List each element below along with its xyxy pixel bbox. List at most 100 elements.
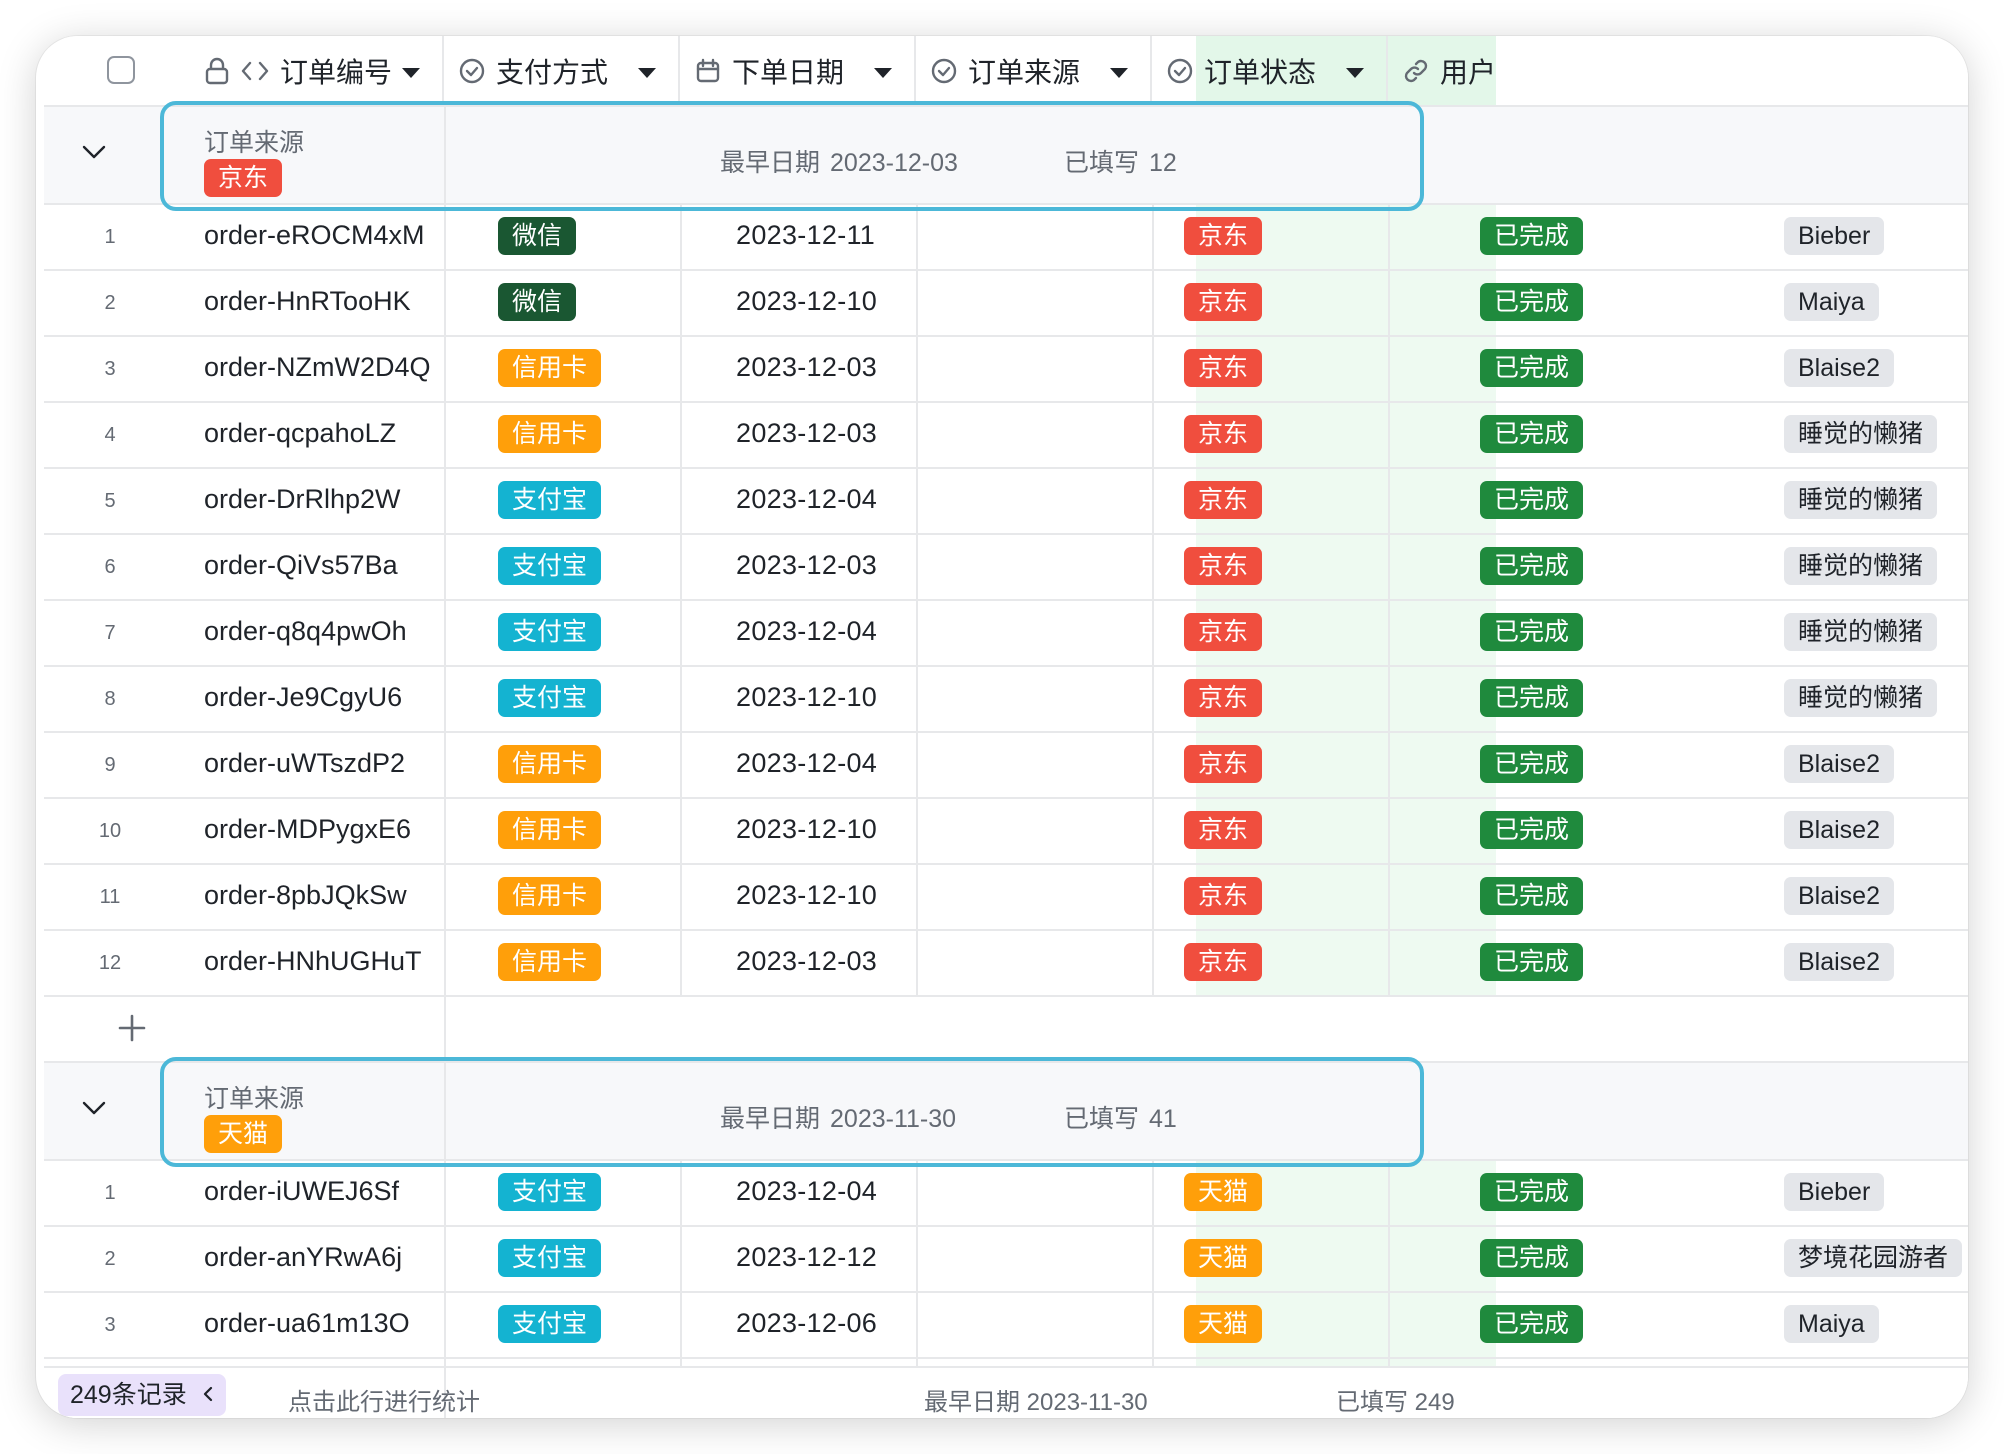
status-cell[interactable]: 已完成 [1480, 1173, 1584, 1211]
table-row[interactable]: 7 order-q8q4pwOh 支付宝 2023-12-04 京东 已完成 睡觉的懒猪 [44, 601, 1968, 667]
payment-cell[interactable]: 微信 [498, 283, 577, 321]
column-header-user[interactable]: 用户 [1388, 36, 1588, 105]
order-date-cell[interactable]: 2023-12-10 [736, 286, 877, 317]
status-cell[interactable]: 已完成 [1480, 217, 1584, 255]
table-row[interactable]: 3 order-NZmW2D4Q 信用卡 2023-12-03 京东 已完成 Blaise2 [44, 337, 1968, 403]
payment-cell[interactable]: 信用卡 [498, 745, 602, 783]
order-id-cell[interactable]: order-eROCM4xM [204, 220, 425, 251]
order-id-cell[interactable]: order-DrRlhp2W [204, 484, 401, 515]
order-date-cell[interactable]: 2023-12-03 [736, 352, 877, 383]
caret-down-icon[interactable] [402, 68, 420, 78]
order-id-cell[interactable]: order-iUWEJ6Sf [204, 1176, 399, 1207]
payment-cell[interactable]: 支付宝 [498, 1305, 602, 1343]
payment-cell[interactable]: 支付宝 [498, 679, 602, 717]
payment-cell[interactable]: 支付宝 [498, 1239, 602, 1277]
caret-down-icon[interactable] [638, 68, 656, 78]
table-row[interactable]: 5 order-DrRlhp2W 支付宝 2023-12-04 京东 已完成 睡觉的懒猪 [44, 469, 1968, 535]
order-id-cell[interactable]: order-qcpahoLZ [204, 418, 396, 449]
order-date-cell[interactable]: 2023-12-04 [736, 1176, 877, 1207]
status-cell[interactable]: 已完成 [1480, 349, 1584, 387]
source-cell[interactable]: 京东 [1184, 679, 1263, 717]
column-header-order-id[interactable]: 订单编号 [44, 36, 444, 105]
payment-cell[interactable]: 信用卡 [498, 943, 602, 981]
status-cell[interactable]: 已完成 [1480, 745, 1584, 783]
column-header-order-status[interactable]: 订单状态 [1152, 36, 1388, 105]
payment-cell[interactable]: 支付宝 [498, 547, 602, 585]
source-cell[interactable]: 京东 [1184, 547, 1263, 585]
payment-cell[interactable]: 支付宝 [498, 1173, 602, 1211]
user-cell[interactable]: 梦境花园游者 [1784, 1239, 1963, 1277]
order-id-cell[interactable]: order-anYRwA6j [204, 1242, 402, 1273]
user-cell[interactable]: Maiya [1784, 1305, 1879, 1343]
payment-cell[interactable]: 信用卡 [498, 415, 602, 453]
source-cell[interactable]: 天猫 [1184, 1305, 1263, 1343]
chevron-down-icon[interactable] [80, 1099, 108, 1122]
table-row[interactable]: 3 order-ua61m13O 支付宝 2023-12-06 天猫 已完成 Maiya [44, 1293, 1968, 1359]
payment-cell[interactable]: 微信 [498, 217, 577, 255]
source-cell[interactable]: 天猫 [1184, 1239, 1263, 1277]
user-cell[interactable]: Blaise2 [1784, 745, 1894, 783]
chevron-down-icon[interactable] [80, 143, 108, 166]
table-row[interactable]: 2 order-HnRTooHK 微信 2023-12-10 京东 已完成 Maiya [44, 271, 1968, 337]
table-row[interactable]: 9 order-uWTszdP2 信用卡 2023-12-04 京东 已完成 Blaise2 [44, 733, 1968, 799]
status-cell[interactable]: 已完成 [1480, 877, 1584, 915]
order-id-cell[interactable]: order-HnRTooHK [204, 286, 411, 317]
table-row[interactable]: 2 order-anYRwA6j 支付宝 2023-12-12 天猫 已完成 梦境花园游者 [44, 1227, 1968, 1293]
caret-down-icon[interactable] [1346, 68, 1364, 78]
stats-hint[interactable]: 点击此行进行统计 [288, 1382, 480, 1417]
status-cell[interactable]: 已完成 [1480, 481, 1584, 519]
order-date-cell[interactable]: 2023-12-03 [736, 550, 877, 581]
status-cell[interactable]: 已完成 [1480, 415, 1584, 453]
plus-icon[interactable] [116, 1012, 148, 1044]
table-row[interactable]: 11 order-8pbJQkSw 信用卡 2023-12-10 京东 已完成 Blaise… [44, 865, 1968, 931]
source-cell[interactable]: 京东 [1184, 811, 1263, 849]
group-header[interactable]: 订单来源 京东 最早日期 2023-12-03 已填写 12 [44, 107, 1968, 205]
order-date-cell[interactable]: 2023-12-11 [736, 220, 875, 251]
source-cell[interactable]: 京东 [1184, 481, 1263, 519]
user-cell[interactable]: 睡觉的懒猪 [1784, 415, 1938, 453]
user-cell[interactable]: Blaise2 [1784, 811, 1894, 849]
order-date-cell[interactable]: 2023-12-04 [736, 748, 877, 779]
user-cell[interactable]: Bieber [1784, 1173, 1885, 1211]
order-id-cell[interactable]: order-NZmW2D4Q [204, 352, 431, 383]
payment-cell[interactable]: 支付宝 [498, 613, 602, 651]
table-row[interactable]: 4 order-qcpahoLZ 信用卡 2023-12-03 京东 已完成 睡觉的懒猪 [44, 403, 1968, 469]
caret-down-icon[interactable] [874, 68, 892, 78]
status-cell[interactable]: 已完成 [1480, 1305, 1584, 1343]
status-cell[interactable]: 已完成 [1480, 1239, 1584, 1277]
table-row[interactable]: 10 order-MDPygxE6 信用卡 2023-12-10 京东 已完成 Blaise… [44, 799, 1968, 865]
payment-cell[interactable]: 信用卡 [498, 349, 602, 387]
user-cell[interactable]: Blaise2 [1784, 877, 1894, 915]
status-cell[interactable]: 已完成 [1480, 283, 1584, 321]
table-row[interactable]: 1 order-iUWEJ6Sf 支付宝 2023-12-04 天猫 已完成 Bieber [44, 1161, 1968, 1227]
source-cell[interactable]: 京东 [1184, 349, 1263, 387]
status-cell[interactable]: 已完成 [1480, 811, 1584, 849]
record-count-button[interactable]: 249条记录 [58, 1374, 226, 1416]
table-row[interactable]: 12 order-HNhUGHuT 信用卡 2023-12-03 京东 已完成 Blaise… [44, 931, 1968, 997]
source-cell[interactable]: 京东 [1184, 415, 1263, 453]
column-header-order-date[interactable]: 下单日期 [680, 36, 916, 105]
order-date-cell[interactable]: 2023-12-04 [736, 616, 877, 647]
order-date-cell[interactable]: 2023-12-10 [736, 682, 877, 713]
user-cell[interactable]: Maiya [1784, 283, 1879, 321]
payment-cell[interactable]: 信用卡 [498, 877, 602, 915]
status-cell[interactable]: 已完成 [1480, 679, 1584, 717]
source-cell[interactable]: 京东 [1184, 613, 1263, 651]
order-date-cell[interactable]: 2023-12-06 [736, 1308, 877, 1339]
source-cell[interactable]: 京东 [1184, 745, 1263, 783]
status-cell[interactable]: 已完成 [1480, 547, 1584, 585]
user-cell[interactable]: 睡觉的懒猪 [1784, 547, 1938, 585]
order-date-cell[interactable]: 2023-12-04 [736, 484, 877, 515]
table-row[interactable]: 1 order-eROCM4xM 微信 2023-12-11 京东 已完成 Bieber [44, 205, 1968, 271]
source-cell[interactable]: 天猫 [1184, 1173, 1263, 1211]
order-date-cell[interactable]: 2023-12-12 [736, 1242, 877, 1273]
user-cell[interactable]: Blaise2 [1784, 349, 1894, 387]
status-cell[interactable]: 已完成 [1480, 943, 1584, 981]
order-id-cell[interactable]: order-QiVs57Ba [204, 550, 398, 581]
source-cell[interactable]: 京东 [1184, 283, 1263, 321]
order-id-cell[interactable]: order-8pbJQkSw [204, 880, 407, 911]
source-cell[interactable]: 京东 [1184, 877, 1263, 915]
source-cell[interactable]: 京东 [1184, 217, 1263, 255]
group-header[interactable]: 订单来源 天猫 最早日期 2023-11-30 已填写 41 [44, 1063, 1968, 1161]
order-date-cell[interactable]: 2023-12-10 [736, 814, 877, 845]
